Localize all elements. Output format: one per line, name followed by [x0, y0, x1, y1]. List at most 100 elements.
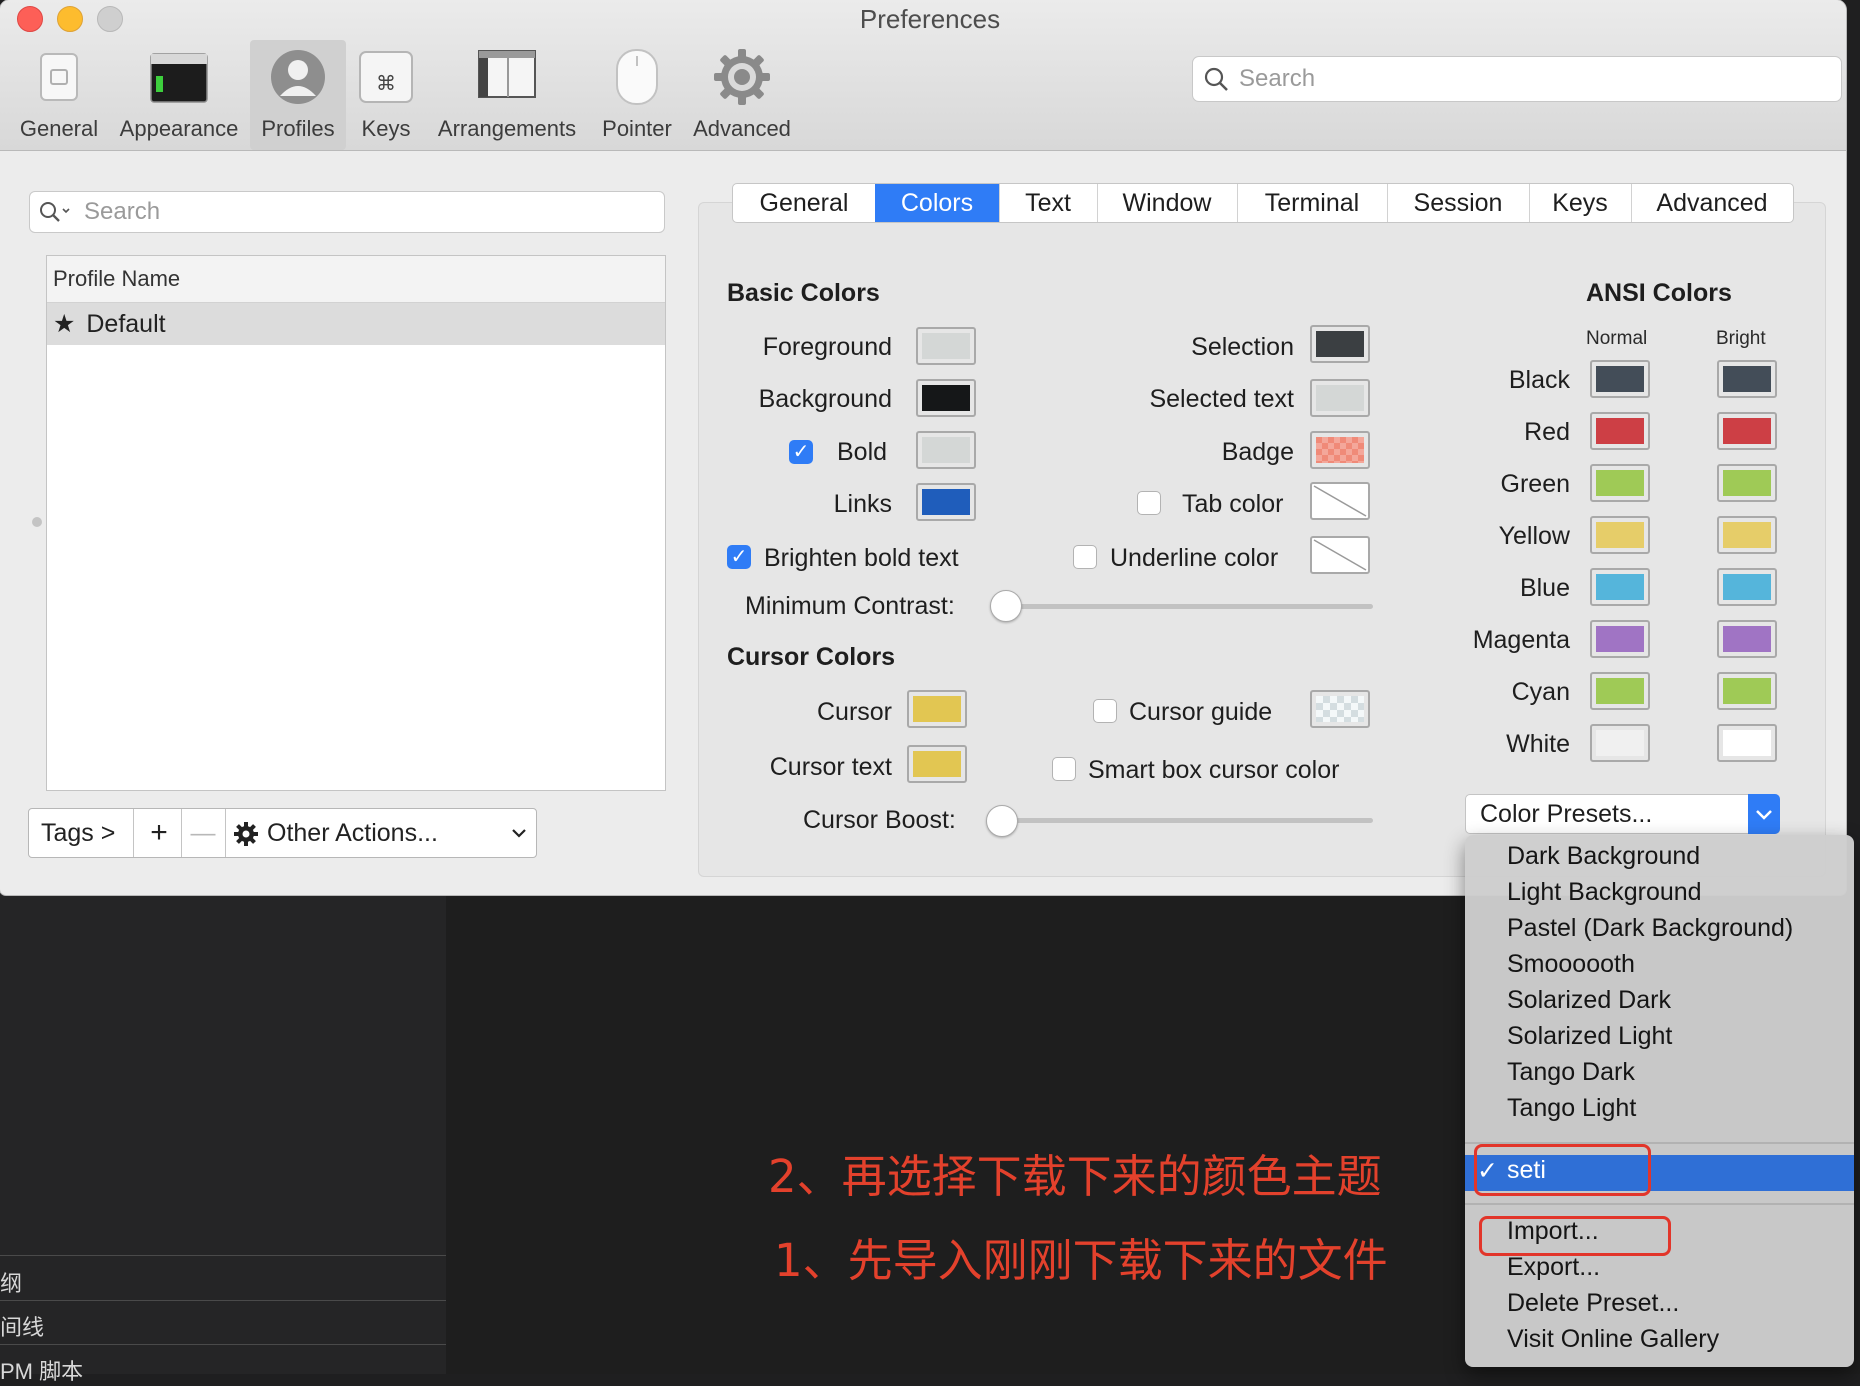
- menu-item-preset[interactable]: Tango Dark: [1507, 1058, 1635, 1087]
- cursor-boost-slider[interactable]: [986, 805, 1018, 837]
- menu-item-preset[interactable]: Dark Background: [1507, 842, 1700, 871]
- ansi-yellow-normal-color-well[interactable]: [1590, 516, 1650, 554]
- toolbar-keys[interactable]: ⌘ Keys: [350, 40, 422, 150]
- menu-item-preset[interactable]: Smoooooth: [1507, 950, 1635, 979]
- background-sidebar-item: 间线: [0, 1315, 45, 1340]
- ansi-yellow-bright-color-well[interactable]: [1717, 516, 1777, 554]
- tab-keys[interactable]: Keys: [1529, 184, 1632, 222]
- profile-name-column-header[interactable]: Profile Name: [47, 256, 665, 303]
- minimum-contrast-slider[interactable]: [990, 590, 1022, 622]
- command-key-icon: ⌘: [359, 51, 413, 103]
- ansi-cyan-normal-color-well[interactable]: [1590, 672, 1650, 710]
- menu-item-preset[interactable]: Tango Light: [1507, 1094, 1636, 1123]
- cursor-guide-label: Cursor guide: [1129, 698, 1273, 726]
- tab-advanced[interactable]: Advanced: [1631, 184, 1793, 222]
- ansi-green-normal-color-well[interactable]: [1590, 464, 1650, 502]
- tags-button[interactable]: Tags >: [41, 809, 115, 857]
- annotation-step-1: 1、先导入刚刚下载下来的文件: [774, 1234, 1388, 1287]
- profile-row-default[interactable]: ★ Default: [47, 303, 665, 345]
- selection-color-well[interactable]: [1310, 325, 1370, 363]
- background-sidebar-item: PM 脚本: [0, 1359, 84, 1384]
- tab-color-label: Tab color: [1182, 490, 1284, 518]
- menu-item-action[interactable]: Visit Online Gallery: [1507, 1325, 1719, 1354]
- background-sidebar: 纲 间线 PM 脚本: [0, 890, 446, 1384]
- preferences-search-input[interactable]: Search: [1192, 56, 1842, 102]
- ansi-magenta-normal-color-well[interactable]: [1590, 620, 1650, 658]
- minimum-contrast-track[interactable]: [1003, 604, 1373, 609]
- tab-color-well[interactable]: [1310, 482, 1370, 520]
- ansi-black-normal-color-well[interactable]: [1590, 360, 1650, 398]
- profile-search-input[interactable]: Search: [29, 191, 665, 233]
- ansi-green-bright-color-well[interactable]: [1717, 464, 1777, 502]
- color-presets-dropdown[interactable]: Color Presets...: [1465, 794, 1780, 834]
- underline-color-well[interactable]: [1310, 536, 1370, 574]
- badge-color-well[interactable]: [1310, 431, 1370, 469]
- ansi-yellow-label: Yellow: [1498, 522, 1570, 550]
- cursor-color-well[interactable]: [907, 690, 967, 728]
- window-title: Preferences: [859, 4, 1001, 34]
- split-view-handle[interactable]: [32, 517, 42, 527]
- ansi-red-bright-color-well[interactable]: [1717, 412, 1777, 450]
- tab-color-checkbox[interactable]: [1137, 491, 1161, 515]
- background-color-well[interactable]: [916, 379, 976, 417]
- other-actions-dropdown[interactable]: Other Actions...: [233, 809, 533, 857]
- toolbar-arrangements[interactable]: Arrangements: [430, 40, 584, 150]
- toolbar-pointer[interactable]: Pointer: [592, 40, 682, 150]
- tab-text[interactable]: Text: [999, 184, 1098, 222]
- foreground-label: Foreground: [762, 333, 892, 361]
- bold-checkbox[interactable]: ✓: [789, 440, 813, 464]
- menu-item-preset[interactable]: Pastel (Dark Background): [1507, 914, 1793, 943]
- appearance-icon: [150, 53, 208, 103]
- underline-color-label: Underline color: [1110, 544, 1279, 572]
- ansi-blue-normal-color-well[interactable]: [1590, 568, 1650, 606]
- tab-general[interactable]: General: [733, 184, 876, 222]
- cursor-boost-track[interactable]: [1000, 818, 1373, 823]
- ansi-blue-bright-color-well[interactable]: [1717, 568, 1777, 606]
- ansi-magenta-bright-color-well[interactable]: [1717, 620, 1777, 658]
- add-profile-button[interactable]: +: [145, 809, 173, 857]
- foreground-color-well[interactable]: [916, 327, 976, 365]
- toolbar-general[interactable]: General: [10, 40, 108, 150]
- selected-text-color-well[interactable]: [1310, 379, 1370, 417]
- toolbar-profiles[interactable]: Profiles: [250, 40, 346, 150]
- ansi-blue-label: Blue: [1519, 574, 1570, 602]
- smart-box-cursor-checkbox[interactable]: [1052, 757, 1076, 781]
- svg-text:⌘: ⌘: [376, 71, 396, 95]
- cursor-colors-heading: Cursor Colors: [727, 643, 896, 671]
- cursor-guide-checkbox[interactable]: [1093, 699, 1117, 723]
- ansi-red-normal-color-well[interactable]: [1590, 412, 1650, 450]
- ansi-white-bright-color-well[interactable]: [1717, 724, 1777, 762]
- selection-label: Selection: [1191, 333, 1294, 361]
- chevron-down-icon: [512, 829, 526, 838]
- menu-item-action[interactable]: Export...: [1507, 1253, 1600, 1282]
- no-color-slash-icon: [1313, 539, 1367, 571]
- cursor-guide-color-well[interactable]: [1310, 690, 1370, 728]
- ansi-white-normal-color-well[interactable]: [1590, 724, 1650, 762]
- background-sidebar-item: 纲: [0, 1271, 23, 1296]
- underline-color-checkbox[interactable]: [1073, 545, 1097, 569]
- highlight-box-seti: [1474, 1144, 1651, 1196]
- tab-window[interactable]: Window: [1097, 184, 1238, 222]
- search-icon: [1204, 67, 1228, 91]
- menu-item-preset[interactable]: Solarized Dark: [1507, 986, 1671, 1015]
- brighten-bold-checkbox[interactable]: ✓: [727, 545, 751, 569]
- ansi-black-bright-color-well[interactable]: [1717, 360, 1777, 398]
- cursor-text-color-well[interactable]: [907, 745, 967, 783]
- background-label: Background: [758, 385, 892, 413]
- tab-terminal[interactable]: Terminal: [1237, 184, 1388, 222]
- toolbar-appearance[interactable]: Appearance: [112, 40, 246, 150]
- remove-profile-button[interactable]: —: [189, 809, 217, 857]
- tab-colors[interactable]: Colors: [875, 184, 1000, 222]
- color-presets-arrow: [1748, 794, 1780, 834]
- bold-color-well[interactable]: [916, 431, 976, 469]
- links-color-well[interactable]: [916, 483, 976, 521]
- profile-table: Profile Name ★ Default: [46, 255, 666, 791]
- ansi-bright-header: Bright: [1716, 328, 1766, 349]
- ansi-cyan-bright-color-well[interactable]: [1717, 672, 1777, 710]
- menu-item-preset[interactable]: Solarized Light: [1507, 1022, 1672, 1051]
- other-actions-label: Other Actions...: [267, 819, 438, 847]
- menu-item-action[interactable]: Delete Preset...: [1507, 1289, 1679, 1318]
- tab-session[interactable]: Session: [1387, 184, 1530, 222]
- toolbar-advanced[interactable]: Advanced: [688, 40, 796, 150]
- menu-item-preset[interactable]: Light Background: [1507, 878, 1702, 907]
